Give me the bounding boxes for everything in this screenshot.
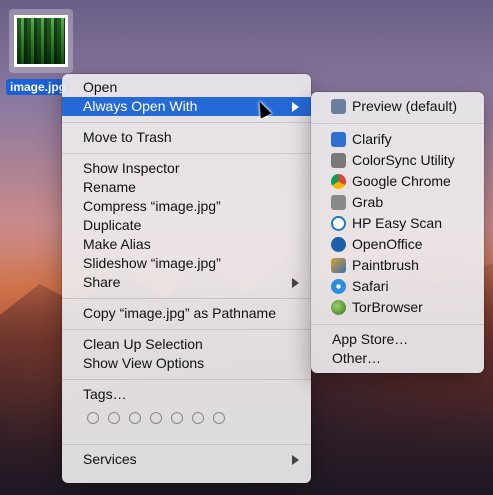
menu-separator bbox=[62, 444, 311, 445]
menu-separator bbox=[62, 379, 311, 380]
submenu-item-paintbrush[interactable]: Paintbrush bbox=[311, 255, 484, 276]
menu-item-slideshow[interactable]: Slideshow “image.jpg” bbox=[62, 254, 311, 273]
chrome-icon bbox=[331, 174, 346, 189]
menu-item-copy-pathname[interactable]: Copy “image.jpg” as Pathname bbox=[62, 304, 311, 323]
colorsync-icon bbox=[331, 153, 346, 168]
hp-icon bbox=[331, 216, 346, 231]
submenu-item-grab[interactable]: Grab bbox=[311, 192, 484, 213]
menu-item-clean-up-selection[interactable]: Clean Up Selection bbox=[62, 335, 311, 354]
file-icon-selected[interactable] bbox=[9, 9, 73, 73]
menu-item-make-alias[interactable]: Make Alias bbox=[62, 235, 311, 254]
submenu-item-safari[interactable]: Safari bbox=[311, 276, 484, 297]
menu-separator bbox=[311, 324, 484, 325]
menu-separator bbox=[62, 329, 311, 330]
tag-dot-icon[interactable] bbox=[108, 412, 120, 424]
tag-dot-icon[interactable] bbox=[129, 412, 141, 424]
submenu-arrow-icon bbox=[292, 455, 299, 465]
submenu-item-chrome[interactable]: Google Chrome bbox=[311, 171, 484, 192]
tag-dot-icon[interactable] bbox=[150, 412, 162, 424]
submenu-item-preview[interactable]: Preview (default) bbox=[311, 96, 484, 117]
menu-item-open[interactable]: Open bbox=[62, 78, 311, 97]
menu-item-label: Services bbox=[83, 451, 137, 467]
submenu-item-hp-easy-scan[interactable]: HP Easy Scan bbox=[311, 213, 484, 234]
menu-item-services[interactable]: Services bbox=[62, 450, 311, 469]
menu-item-rename[interactable]: Rename bbox=[62, 178, 311, 197]
submenu-item-other[interactable]: Other… bbox=[311, 349, 484, 368]
submenu-item-clarify[interactable]: Clarify bbox=[311, 129, 484, 150]
menu-item-show-inspector[interactable]: Show Inspector bbox=[62, 159, 311, 178]
tag-color-row bbox=[62, 408, 311, 428]
menu-item-always-open-with[interactable]: Always Open With bbox=[62, 97, 311, 116]
submenu-arrow-icon bbox=[292, 278, 299, 288]
menu-separator bbox=[62, 298, 311, 299]
menu-item-label: Share bbox=[83, 274, 121, 290]
file-name-label[interactable]: image.jpg bbox=[6, 79, 71, 95]
image-thumbnail bbox=[14, 15, 68, 67]
tag-dot-icon[interactable] bbox=[192, 412, 204, 424]
submenu-item-app-store[interactable]: App Store… bbox=[311, 330, 484, 349]
always-open-with-submenu: Preview (default) Clarify ColorSync Util… bbox=[311, 92, 484, 373]
menu-item-show-view-options[interactable]: Show View Options bbox=[62, 354, 311, 373]
submenu-arrow-icon bbox=[292, 102, 299, 112]
menu-item-label: Always Open With bbox=[83, 98, 198, 114]
paintbrush-icon bbox=[331, 258, 346, 273]
submenu-item-colorsync[interactable]: ColorSync Utility bbox=[311, 150, 484, 171]
context-menu: Open Always Open With Move to Trash Show… bbox=[62, 74, 311, 483]
menu-separator bbox=[62, 122, 311, 123]
tag-dot-icon[interactable] bbox=[213, 412, 225, 424]
menu-item-tags[interactable]: Tags… bbox=[62, 385, 311, 404]
tag-dot-icon[interactable] bbox=[171, 412, 183, 424]
safari-icon bbox=[331, 279, 346, 294]
menu-separator bbox=[311, 123, 484, 124]
menu-item-share[interactable]: Share bbox=[62, 273, 311, 292]
menu-separator bbox=[62, 153, 311, 154]
menu-item-duplicate[interactable]: Duplicate bbox=[62, 216, 311, 235]
menu-item-move-to-trash[interactable]: Move to Trash bbox=[62, 128, 311, 147]
clarify-icon bbox=[331, 132, 346, 147]
menu-item-compress[interactable]: Compress “image.jpg” bbox=[62, 197, 311, 216]
grab-icon bbox=[331, 195, 346, 210]
submenu-item-openoffice[interactable]: OpenOffice bbox=[311, 234, 484, 255]
preview-icon bbox=[331, 99, 346, 114]
openoffice-icon bbox=[331, 237, 346, 252]
submenu-item-torbrowser[interactable]: TorBrowser bbox=[311, 297, 484, 318]
tor-icon bbox=[331, 300, 346, 315]
tag-dot-icon[interactable] bbox=[87, 412, 99, 424]
